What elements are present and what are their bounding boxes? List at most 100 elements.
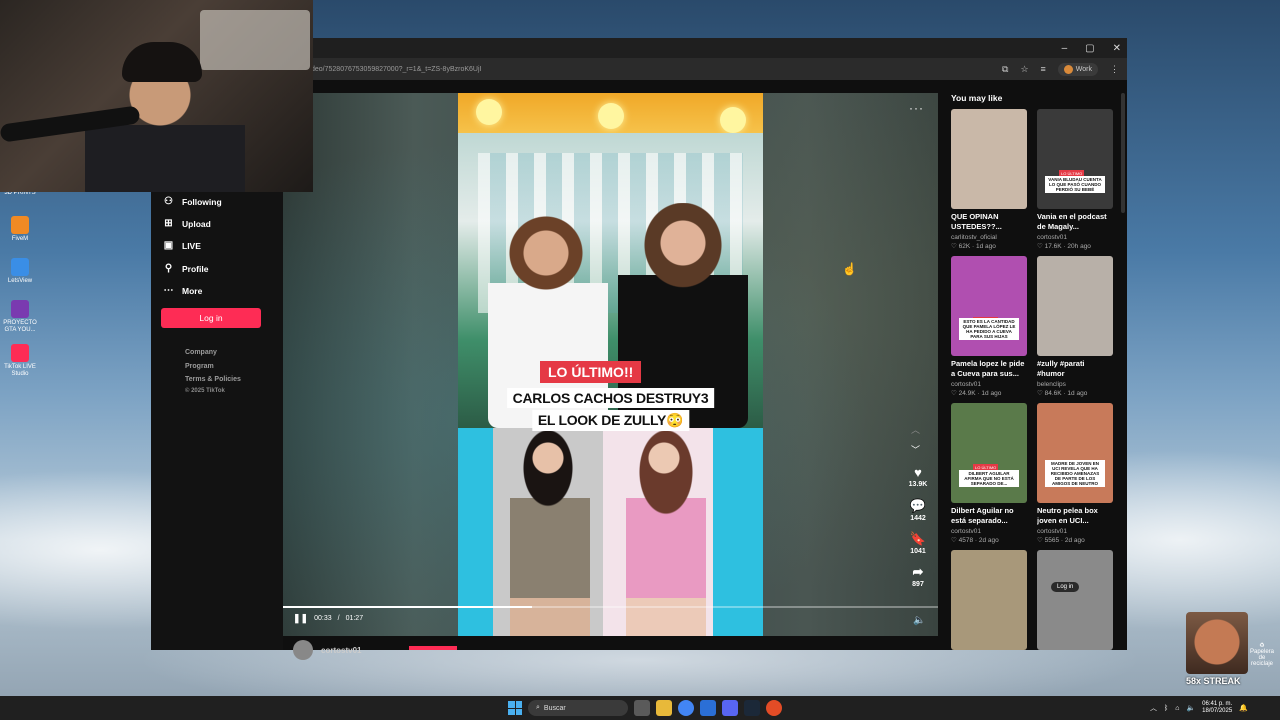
- time-separator: /: [337, 615, 340, 622]
- taskbar-search[interactable]: ⌕ Buscar: [528, 700, 628, 716]
- media-control-icon[interactable]: ≡: [1041, 64, 1046, 74]
- recommendations-scrollbar[interactable]: [1121, 93, 1125, 213]
- desktop-icon-letsview[interactable]: LetsView: [2, 258, 38, 285]
- maximize-button[interactable]: ▢: [1085, 43, 1094, 54]
- recommendation-card[interactable]: #zully #parati #humor belenclips ♡ 84.6K ·…: [1037, 256, 1113, 397]
- clock[interactable]: 06:41 p. m. 18/07/2025: [1202, 701, 1232, 715]
- recommendation-card[interactable]: Log in: [1037, 550, 1113, 650]
- recommendation-title[interactable]: Pamela lopez le pide a Cueva para sus...: [951, 359, 1027, 379]
- nav-live[interactable]: ▣ LIVE: [163, 240, 201, 251]
- recommendation-card[interactable]: LO ÚLTIMO DILBERT AGUILAR AFIRMA QUE NO E…: [951, 403, 1027, 544]
- recommendation-title[interactable]: QUE OPINAN USTEDES??...: [951, 212, 1027, 232]
- video-progress-bar[interactable]: [283, 606, 938, 608]
- profile-button[interactable]: Work: [1057, 62, 1098, 76]
- thumbnail-login-button[interactable]: Log in: [1051, 582, 1080, 592]
- recommendation-likes: 5565: [1044, 537, 1060, 544]
- widgets-icon[interactable]: [634, 700, 650, 716]
- nav-more[interactable]: ⋯ More: [163, 285, 203, 296]
- plus-square-icon: ⊞: [164, 218, 173, 229]
- chrome-icon[interactable]: [678, 700, 694, 716]
- recommendation-thumbnail[interactable]: [1037, 256, 1113, 356]
- recommendation-age: 1d ago: [976, 243, 996, 250]
- recommendation-thumbnail[interactable]: [951, 109, 1027, 209]
- recycle-bin[interactable]: ♻ Papelera de reciclaje: [1248, 642, 1276, 667]
- recommendation-age: 1d ago: [1067, 390, 1088, 397]
- recommendation-title[interactable]: Neutro pelea box joven en UCI...: [1037, 506, 1113, 526]
- footer-link-terms[interactable]: Terms & Policies: [185, 376, 241, 383]
- share-button[interactable]: ➦ 897: [899, 564, 937, 588]
- mouse-cursor-icon: ☝: [842, 262, 857, 276]
- recommendation-thumbnail[interactable]: LO ÚLTIMO DILBERT AGUILAR AFIRMA QUE NO E…: [951, 403, 1027, 503]
- like-button[interactable]: ♥ 13.9K: [899, 465, 937, 488]
- tiktok-live-icon: [11, 344, 29, 362]
- desktop-icon-tiktok-live[interactable]: TikTok LIVE Studio: [2, 344, 38, 378]
- video-frame[interactable]: LO ÚLTIMO!! CARLOS CACHOS DESTRUY3 EL LO…: [458, 93, 763, 636]
- recommendation-title[interactable]: Vania en el podcast de Magaly...: [1037, 212, 1113, 232]
- steam-icon[interactable]: [744, 700, 760, 716]
- recommendation-user[interactable]: cortostv01: [951, 381, 1027, 388]
- network-icon[interactable]: ⌂: [1175, 705, 1179, 712]
- recommendation-user[interactable]: carlitostv_oficial: [951, 234, 1027, 241]
- minimize-button[interactable]: –: [1062, 43, 1068, 54]
- webcam-overlay: [0, 0, 313, 192]
- recommendation-card[interactable]: LO ÚLTIMOESTO ES LA CANTIDAD QUE PAMELA …: [951, 256, 1027, 397]
- login-button[interactable]: Log in: [161, 308, 261, 328]
- next-video-icon[interactable]: ﹀: [911, 443, 920, 456]
- comment-button[interactable]: 💬 1442: [899, 498, 937, 522]
- recommendation-thumbnail[interactable]: LO ÚLTIMO VANIA BLUDAU CUENTA LO QUE PASÓ…: [1037, 109, 1113, 209]
- recommendation-meta: ♡ 5565 · 2d ago: [1037, 536, 1113, 544]
- url-text[interactable]: deo/7528076753059827000?_r=1&_t=ZS-8yBzr…: [311, 66, 1002, 73]
- recommendation-card[interactable]: [951, 550, 1027, 650]
- recommendation-user[interactable]: belenclips: [1037, 381, 1113, 388]
- install-app-icon[interactable]: ⧉: [1002, 64, 1008, 75]
- author-row[interactable]: cortostv01: [293, 640, 361, 660]
- desktop-icon-fivem[interactable]: FiveM: [2, 216, 38, 243]
- recommendation-thumbnail[interactable]: [951, 550, 1027, 650]
- recommendation-meta: ♡ 62K · 1d ago: [951, 242, 1027, 250]
- tray-chevron-icon[interactable]: ︿: [1150, 703, 1157, 713]
- video-player-area[interactable]: LO ÚLTIMO!! CARLOS CACHOS DESTRUY3 EL LO…: [283, 93, 938, 636]
- recommendation-user[interactable]: cortostv01: [1037, 528, 1113, 535]
- save-button[interactable]: 🔖 1041: [899, 531, 937, 555]
- pause-icon[interactable]: ❚❚: [293, 613, 308, 624]
- desktop-icon-label: PROYECTO GTA YOU...: [3, 320, 37, 334]
- previous-video-icon[interactable]: ︿: [911, 423, 920, 436]
- follow-button[interactable]: [409, 646, 457, 650]
- recommendation-card[interactable]: LO ÚLTIMOMADRE DE JOVEN EN UCI REVELA QU…: [1037, 403, 1113, 544]
- chrome-work-icon[interactable]: [766, 700, 782, 716]
- nav-following[interactable]: ⚇ Following: [163, 196, 222, 207]
- recommendation-user[interactable]: cortostv01: [951, 528, 1027, 535]
- discord-icon[interactable]: [722, 700, 738, 716]
- nav-profile[interactable]: ⚲ Profile: [163, 263, 209, 274]
- project-file-icon: [11, 300, 29, 318]
- volume-tray-icon[interactable]: 🔈: [1186, 704, 1195, 712]
- recommendation-card[interactable]: QUE OPINAN USTEDES??... carlitostv_oficia…: [951, 109, 1027, 250]
- desktop-icon-proyecto[interactable]: PROYECTO GTA YOU...: [2, 300, 38, 334]
- heart-outline-icon: ♡: [1037, 390, 1045, 397]
- more-options-icon[interactable]: ···: [909, 101, 924, 115]
- notification-icon[interactable]: 🔔: [1239, 704, 1248, 712]
- nav-upload[interactable]: ⊞ Upload: [163, 218, 211, 229]
- bluetooth-icon[interactable]: ᛒ: [1164, 705, 1168, 712]
- recommendation-user[interactable]: cortostv01: [1037, 234, 1113, 241]
- recommendation-thumbnail[interactable]: LO ÚLTIMOESTO ES LA CANTIDAD QUE PAMELA …: [951, 256, 1027, 356]
- browser-menu-icon[interactable]: ⋮: [1110, 64, 1119, 75]
- close-button[interactable]: ✕: [1113, 43, 1121, 54]
- author-avatar[interactable]: [293, 640, 313, 660]
- volume-icon[interactable]: 🔈: [913, 615, 925, 626]
- clock-time: 06:41 p. m.: [1202, 700, 1233, 707]
- recommendation-title[interactable]: Dilbert Aguilar no está separado...: [951, 506, 1027, 526]
- file-explorer-icon[interactable]: [656, 700, 672, 716]
- author-name[interactable]: cortostv01: [321, 646, 361, 655]
- footer-link-program[interactable]: Program: [185, 363, 214, 370]
- bookmark-star-icon[interactable]: ☆: [1020, 64, 1028, 75]
- recommendation-thumbnail[interactable]: LO ÚLTIMOMADRE DE JOVEN EN UCI REVELA QU…: [1037, 403, 1113, 503]
- recommendation-title[interactable]: #zully #parati #humor: [1037, 359, 1113, 379]
- app-icon[interactable]: [700, 700, 716, 716]
- recommendation-card[interactable]: LO ÚLTIMO VANIA BLUDAU CUENTA LO QUE PASÓ…: [1037, 109, 1113, 250]
- thumbnail-caption: MADRE DE JOVEN EN UCI REVELA QUE HA RECI…: [1045, 460, 1105, 487]
- footer-link-company[interactable]: Company: [185, 349, 217, 356]
- windows-start-icon[interactable]: [508, 701, 522, 715]
- recommendation-thumbnail[interactable]: Log in: [1037, 550, 1113, 650]
- clock-date: 18/07/2025: [1202, 708, 1233, 714]
